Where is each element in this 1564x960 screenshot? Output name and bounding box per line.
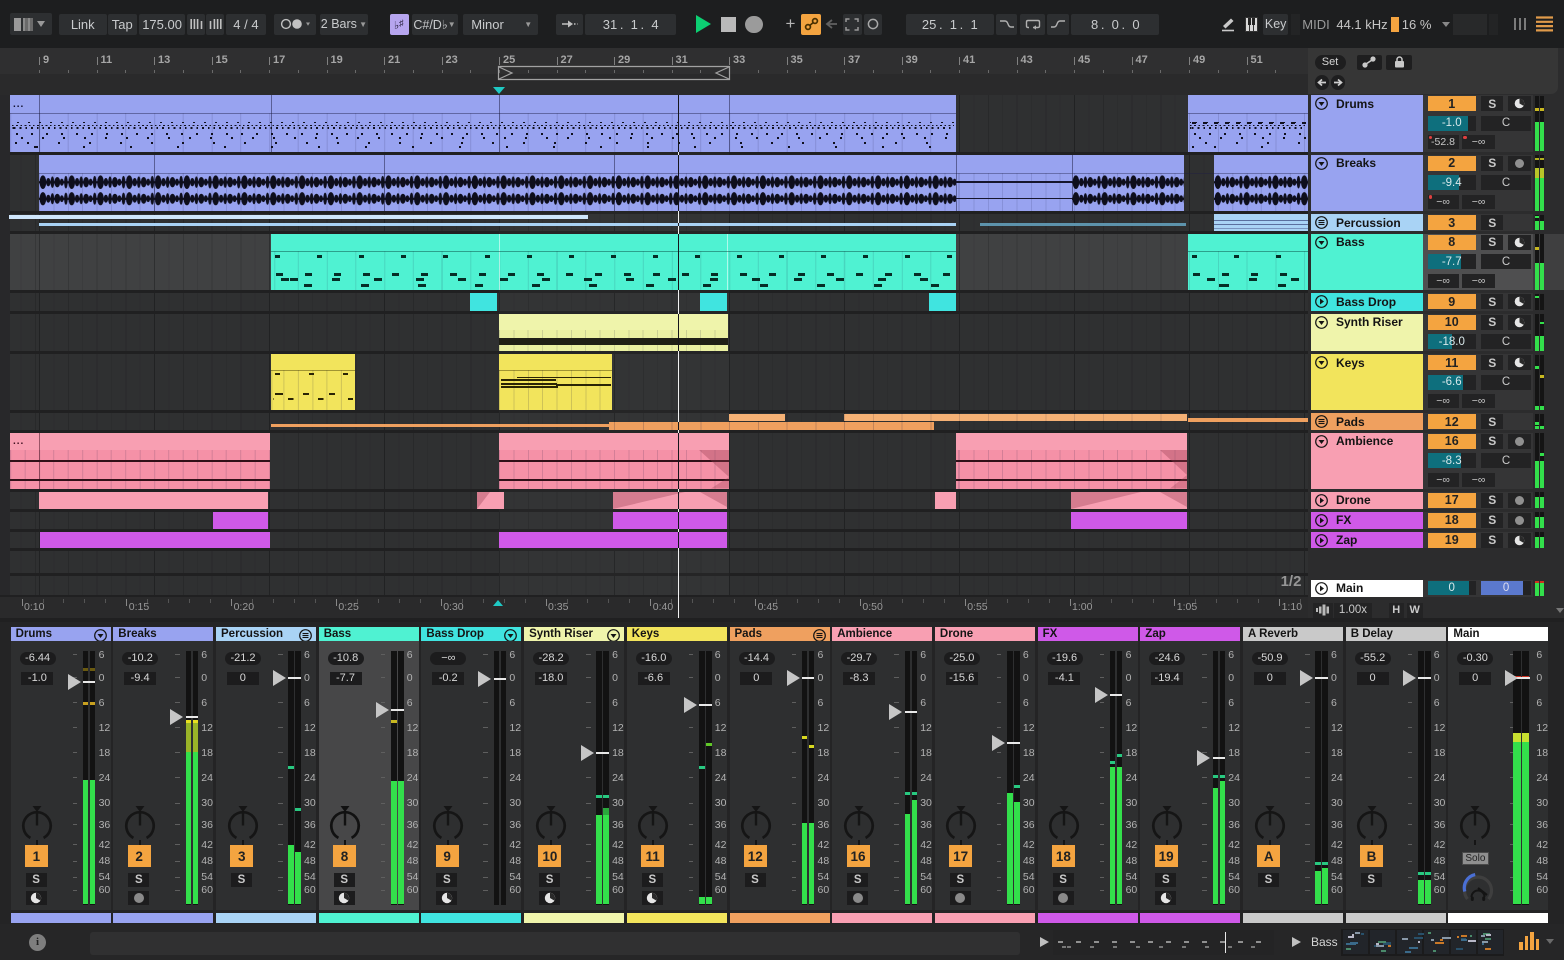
svg-text:♯: ♯ — [399, 18, 404, 28]
